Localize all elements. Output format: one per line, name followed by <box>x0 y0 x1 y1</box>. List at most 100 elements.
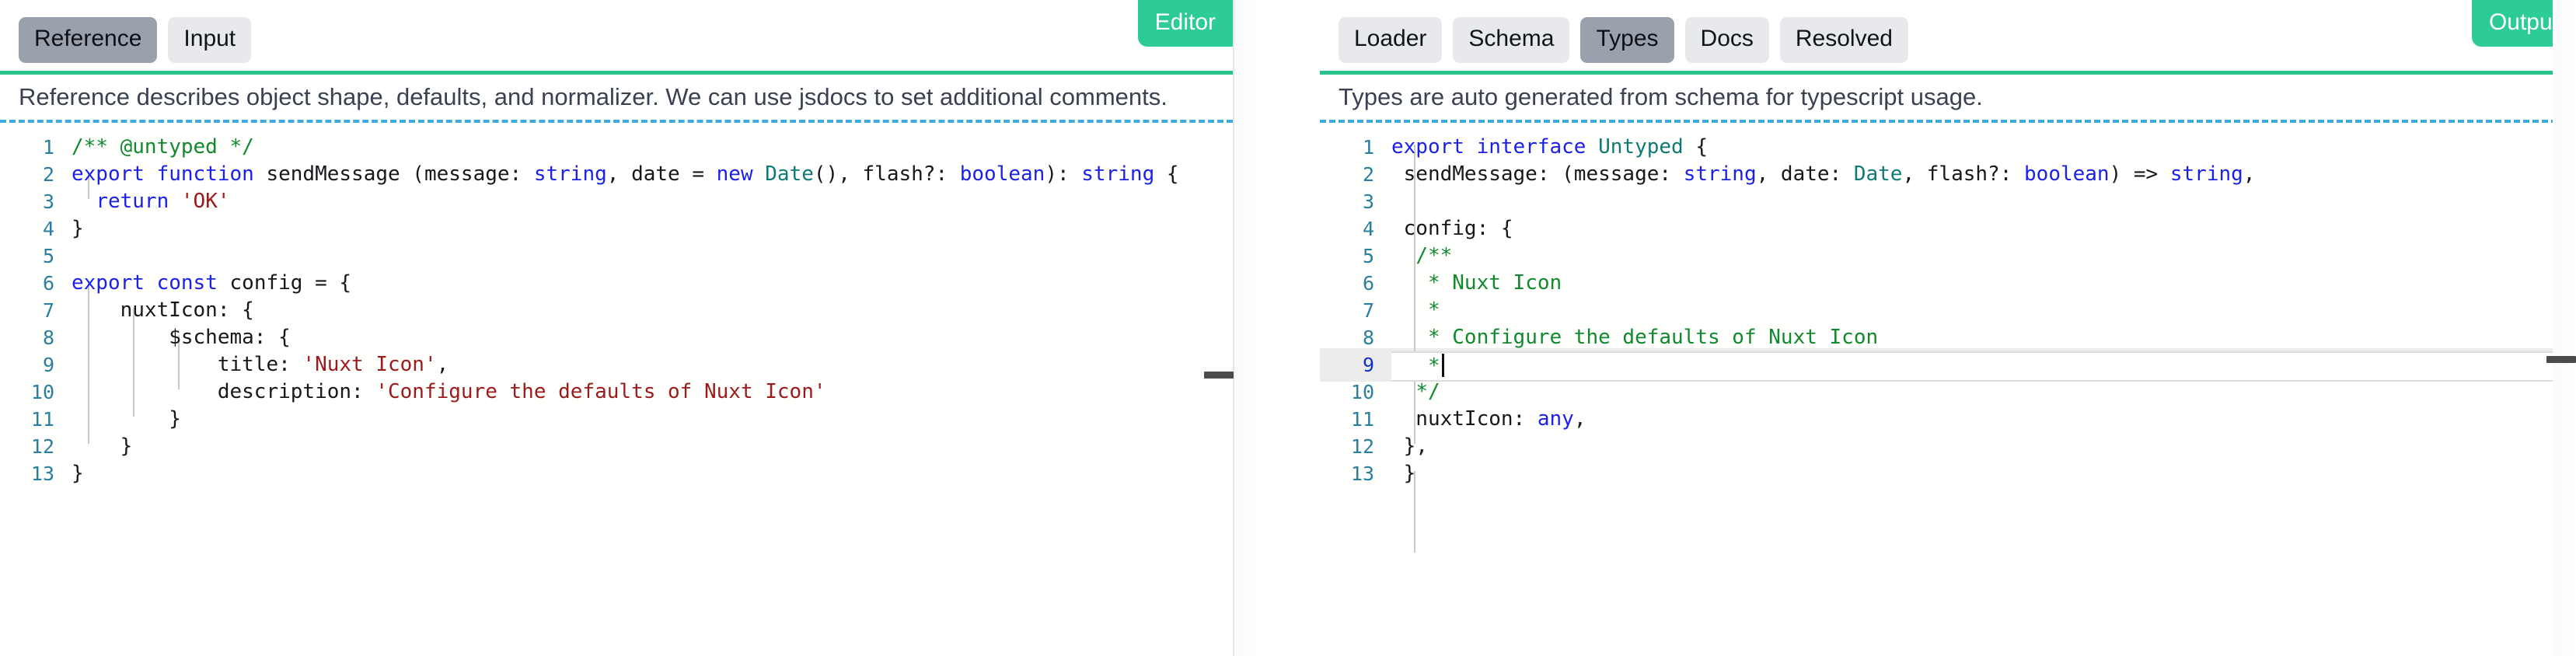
output-badge: Output <box>2471 0 2576 47</box>
line-content: export interface Untyped { <box>1391 135 1709 159</box>
line-number: 9 <box>1362 354 1374 376</box>
line-content: * <box>1415 298 1440 322</box>
line-number: 9 <box>42 354 54 376</box>
line-content: title: 'Nuxt Icon', <box>72 353 449 376</box>
output-panel: Loader Schema Types Docs Resolved Output… <box>1320 0 2576 656</box>
editor-tabbar: Reference Input Editor <box>0 0 1233 75</box>
line-number: 3 <box>1362 190 1374 213</box>
code-line[interactable]: 3 <box>1320 188 2576 215</box>
output-tabbar: Loader Schema Types Docs Resolved Output <box>1320 0 2576 75</box>
line-content: return 'OK' <box>96 190 230 213</box>
line-content: export const config = { <box>72 271 352 295</box>
line-content: } <box>72 407 181 431</box>
line-content: nuxtIcon: { <box>72 298 254 322</box>
code-line[interactable]: 1 export interface Untyped { <box>1320 134 2576 161</box>
code-line[interactable]: 6 export const config = { <box>0 270 1233 297</box>
line-content: export function sendMessage (message: st… <box>72 162 1179 186</box>
resize-handle-editor[interactable] <box>1204 372 1234 379</box>
code-line[interactable]: 10 */ <box>1320 379 2576 406</box>
line-number: 13 <box>1350 462 1374 485</box>
panel-gutter <box>1234 0 1320 656</box>
line-number: 3 <box>42 190 54 213</box>
line-content <box>72 243 1233 270</box>
tab-schema[interactable]: Schema <box>1453 17 1570 63</box>
line-content: } <box>1391 462 1416 485</box>
line-content: $schema: { <box>72 326 291 349</box>
editor-description: Reference describes object shape, defaul… <box>0 75 1233 123</box>
output-description: Types are auto generated from schema for… <box>1320 75 2576 123</box>
line-number: 7 <box>1362 299 1374 322</box>
line-number: 8 <box>42 326 54 349</box>
line-number: 11 <box>30 408 54 431</box>
line-content: nuxtIcon: any, <box>1391 407 1586 431</box>
line-number: 10 <box>30 381 54 403</box>
line-number: 2 <box>1362 163 1374 186</box>
line-number: 11 <box>1350 408 1374 431</box>
editor-panel: Reference Input Editor Reference describ… <box>0 0 1234 656</box>
line-content: } <box>72 462 84 485</box>
code-line[interactable]: 12 }, <box>1320 433 2576 460</box>
line-number: 6 <box>42 272 54 295</box>
line-number: 6 <box>1362 272 1374 295</box>
tab-types[interactable]: Types <box>1580 17 1674 63</box>
code-line[interactable]: 12 } <box>0 433 1233 460</box>
resize-handle-output[interactable] <box>2546 356 2576 363</box>
code-line[interactable]: 8 * Configure the defaults of Nuxt Icon <box>1320 324 2576 351</box>
line-content: * Configure the defaults of Nuxt Icon <box>1415 326 1879 349</box>
code-line[interactable]: 2 export function sendMessage (message: … <box>0 161 1233 188</box>
line-number: 4 <box>42 218 54 240</box>
line-number: 1 <box>42 136 54 159</box>
text-cursor <box>1441 354 1444 377</box>
tab-docs[interactable]: Docs <box>1684 17 1769 63</box>
line-content: */ <box>1415 380 1440 403</box>
code-line[interactable]: 5 /** <box>1320 243 2576 270</box>
line-content: } <box>72 434 133 458</box>
code-line[interactable]: 7 nuxtIcon: { <box>0 297 1233 324</box>
editor-badge: Editor <box>1137 0 1233 47</box>
code-line[interactable]: 4 } <box>0 215 1233 243</box>
code-line[interactable]: 7 * <box>1320 297 2576 324</box>
line-number: 4 <box>1362 218 1374 240</box>
tab-loader[interactable]: Loader <box>1339 17 1443 63</box>
reference-code-editor[interactable]: 1 /** @untyped */ 2 export function send… <box>0 123 1233 656</box>
code-line[interactable]: 13 } <box>1320 460 2576 487</box>
code-line[interactable]: 10 description: 'Configure the defaults … <box>0 379 1233 406</box>
line-number: 8 <box>1362 326 1374 349</box>
code-line[interactable]: 4 config: { <box>1320 215 2576 243</box>
line-content: /** @untyped */ <box>72 135 254 159</box>
line-number: 5 <box>42 245 54 267</box>
line-number: 7 <box>42 299 54 322</box>
line-number: 1 <box>1362 136 1374 159</box>
code-line[interactable]: 2 sendMessage: (message: string, date: D… <box>1320 161 2576 188</box>
line-number: 10 <box>1350 381 1374 403</box>
line-number: 13 <box>30 462 54 485</box>
code-line[interactable]: 3 return 'OK' <box>0 188 1233 215</box>
code-line[interactable]: 8 $schema: { <box>0 324 1233 351</box>
line-number: 12 <box>1350 435 1374 458</box>
line-content: config: { <box>1391 217 1513 240</box>
code-line[interactable]: 9 title: 'Nuxt Icon', <box>0 351 1233 379</box>
code-line[interactable]: 13 } <box>0 460 1233 487</box>
tab-input[interactable]: Input <box>168 17 252 63</box>
line-content: /** <box>1415 244 1453 267</box>
line-content: * <box>1391 351 2576 382</box>
line-number: 5 <box>1362 245 1374 267</box>
line-content: }, <box>1391 434 1428 458</box>
untyped-playground: Reference Input Editor Reference describ… <box>0 0 2576 656</box>
line-content: } <box>72 217 84 240</box>
code-line[interactable]: 5 <box>0 243 1233 270</box>
code-line[interactable]: 11 nuxtIcon: any, <box>1320 406 2576 433</box>
line-number: 12 <box>30 435 54 458</box>
line-content: sendMessage: (message: string, date: Dat… <box>1391 162 2256 186</box>
line-content: * Nuxt Icon <box>1415 271 1562 295</box>
line-number: 2 <box>42 163 54 186</box>
code-line-active[interactable]: 9 * <box>1320 348 2576 382</box>
line-content <box>1391 188 2576 215</box>
types-code-editor[interactable]: 1 export interface Untyped { 2 sendMessa… <box>1320 123 2576 656</box>
code-line[interactable]: 6 * Nuxt Icon <box>1320 270 2576 297</box>
tab-reference[interactable]: Reference <box>19 17 158 63</box>
line-content: description: 'Configure the defaults of … <box>72 380 826 403</box>
code-line[interactable]: 1 /** @untyped */ <box>0 134 1233 161</box>
tab-resolved[interactable]: Resolved <box>1779 17 1908 63</box>
code-line[interactable]: 11 } <box>0 406 1233 433</box>
